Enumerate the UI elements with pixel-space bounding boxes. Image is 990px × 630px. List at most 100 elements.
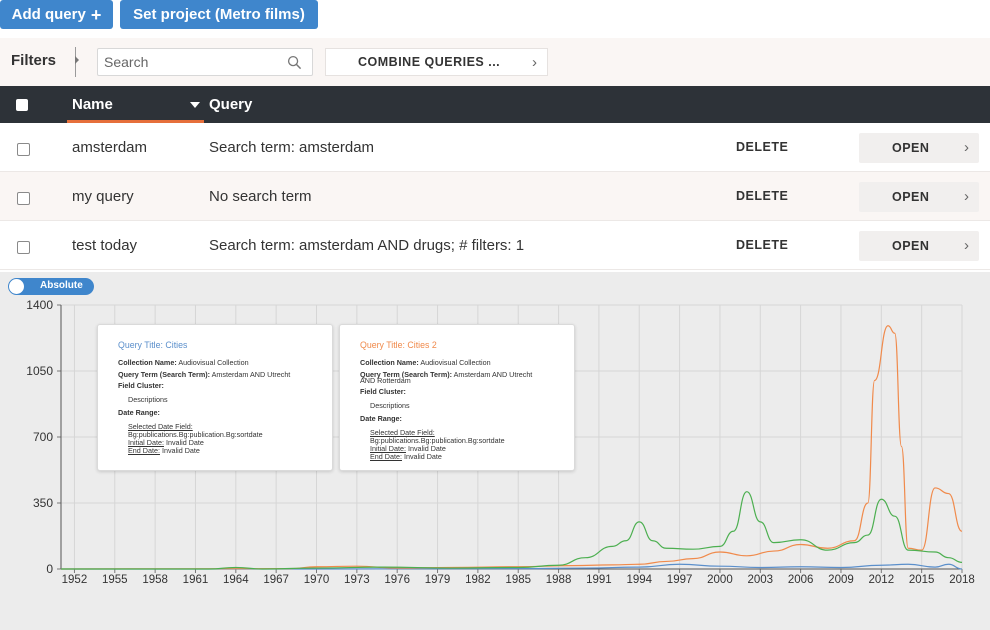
chevron-right-icon: › [964,237,969,254]
plus-icon: + [90,4,102,25]
table-row: amsterdam Search term: amsterdam DELETE … [0,123,990,172]
tooltip-date-range: Date Range: [360,415,402,423]
search-icon[interactable] [287,55,302,70]
tooltip-collection-value: Audiovisual Collection [420,358,491,367]
x-tick-label: 1967 [263,574,289,586]
tooltip-collection: Collection Name: Audiovisual Collection [118,359,249,367]
row-checkbox[interactable] [17,192,30,205]
tooltip-term-label: Query Term (Search Term): [118,370,211,379]
x-tick-label: 2015 [909,574,935,586]
combine-queries-button[interactable]: COMBINE QUERIES ... › [325,48,548,76]
chevron-right-icon: › [964,188,969,205]
tooltip-collection: Collection Name: Audiovisual Collection [360,359,491,367]
x-tick-label: 1997 [667,574,693,586]
set-project-button[interactable]: Set project (Metro films) [120,0,318,29]
chart-tooltip: Query Title: Cities 2 Collection Name: A… [339,324,575,471]
tooltip-title: Query Title: Cities 2 [360,340,437,350]
open-button[interactable]: OPEN › [859,231,979,261]
row-name: my query [72,188,134,205]
chart-panel: 0 350 700 1050 1400 1952 1955 1958 1961 1964 1967 1… [0,272,990,630]
open-button[interactable]: OPEN › [859,182,979,212]
x-tick-label: 1958 [142,574,168,586]
delete-button[interactable]: DELETE [736,238,788,252]
combine-queries-label: COMBINE QUERIES ... [358,55,501,69]
x-tick-label: 1979 [425,574,451,586]
row-checkbox[interactable] [17,241,30,254]
tooltip-field-cluster: Field Cluster: [360,388,406,396]
y-tick-label: 0 [46,562,53,576]
filters-label: Filters [11,52,57,69]
x-tick-label: 2003 [747,574,773,586]
search-input[interactable] [98,49,285,75]
tooltip-term-value: Amsterdam AND Utrecht [211,370,291,379]
tooltip-field-cluster: Field Cluster: [118,382,164,390]
select-all-checkbox[interactable] [16,99,28,111]
add-query-button[interactable]: Add query + [0,0,113,29]
chevron-right-icon: › [964,139,969,156]
table-row: my query No search term DELETE OPEN › [0,172,990,221]
sort-down-icon[interactable] [190,102,200,108]
x-tick-label: 1952 [62,574,88,586]
x-tick-label: 1964 [223,574,249,586]
x-tick-label: 1961 [183,574,209,586]
x-tick-label: 2006 [788,574,814,586]
row-query: Search term: amsterdam AND drugs; # filt… [209,237,525,254]
y-tick-label: 700 [33,430,53,444]
row-checkbox[interactable] [17,143,30,156]
delete-button[interactable]: DELETE [736,140,788,154]
filters-bar: Filters COMBINE QUERIES ... › [0,38,990,86]
row-query: Search term: amsterdam [209,139,375,156]
tooltip-term-value-line2: AND Rotterdam [360,376,411,385]
y-tick-label: 1400 [26,298,53,312]
tooltip-end-date: End Date: Invalid Date [128,447,200,455]
tooltip-term: Query Term (Search Term): Amsterdam AND … [118,371,290,379]
tooltip-date-range-label: Date Range: [118,408,160,417]
x-tick-label: 2009 [828,574,854,586]
y-tick-label: 1050 [26,364,53,378]
row-query: No search term [209,188,312,205]
open-button[interactable]: OPEN › [859,133,979,163]
tooltip-collection-value: Audiovisual Collection [178,358,249,367]
row-name: amsterdam [72,139,148,156]
chart-tooltip: Query Title: Cities Collection Name: Aud… [97,324,333,471]
y-tick-label: 350 [33,496,53,510]
delete-button[interactable]: DELETE [736,189,788,203]
chevron-right-icon: › [532,54,537,71]
tooltip-end-date-label: End Date: [128,446,160,455]
tooltip-end-date-label: End Date: [370,452,402,461]
tooltip-end-date-value: Invalid Date [161,446,200,455]
tooltip-field-cluster-label: Field Cluster: [118,381,164,390]
tooltip-field-cluster-value: Descriptions [128,395,168,404]
table-row: test today Search term: amsterdam AND dr… [0,221,990,270]
open-label: OPEN [892,190,930,204]
add-query-label: Add query [11,6,86,23]
open-label: OPEN [892,239,930,253]
tooltip-title: Query Title: Cities [118,340,188,350]
x-tick-label: 1982 [465,574,491,586]
tooltip-date-range: Date Range: [118,409,160,417]
toolbar: Add query + Set project (Metro films) [0,0,990,38]
tooltip-date-range-label: Date Range: [360,414,402,423]
column-header-name[interactable]: Name [72,96,113,113]
toggle-knob[interactable] [9,279,24,294]
search-box [97,48,313,76]
row-name: test today [72,237,138,254]
x-tick-label: 1988 [546,574,572,586]
x-tick-label: 1955 [102,574,128,586]
column-header-query[interactable]: Query [209,96,252,113]
x-tick-label: 1970 [304,574,330,586]
tooltip-end-date-value: Invalid Date [403,452,442,461]
tooltip-collection-label: Collection Name: [360,358,419,367]
x-tick-label: 2000 [707,574,733,586]
x-tick-label: 1994 [626,574,652,586]
x-tick-label: 1973 [344,574,370,586]
x-tick-label: 2018 [949,574,975,586]
open-label: OPEN [892,141,930,155]
tooltip-term-value: Amsterdam AND Utrecht [453,370,533,379]
x-tick-label: 2012 [869,574,895,586]
tooltip-collection-label: Collection Name: [118,358,177,367]
absolute-toggle[interactable]: Absolute [8,278,94,295]
tooltip-field-cluster-label: Field Cluster: [360,387,406,396]
x-tick-label: 1985 [505,574,531,586]
table-header: Name Query [0,86,990,123]
